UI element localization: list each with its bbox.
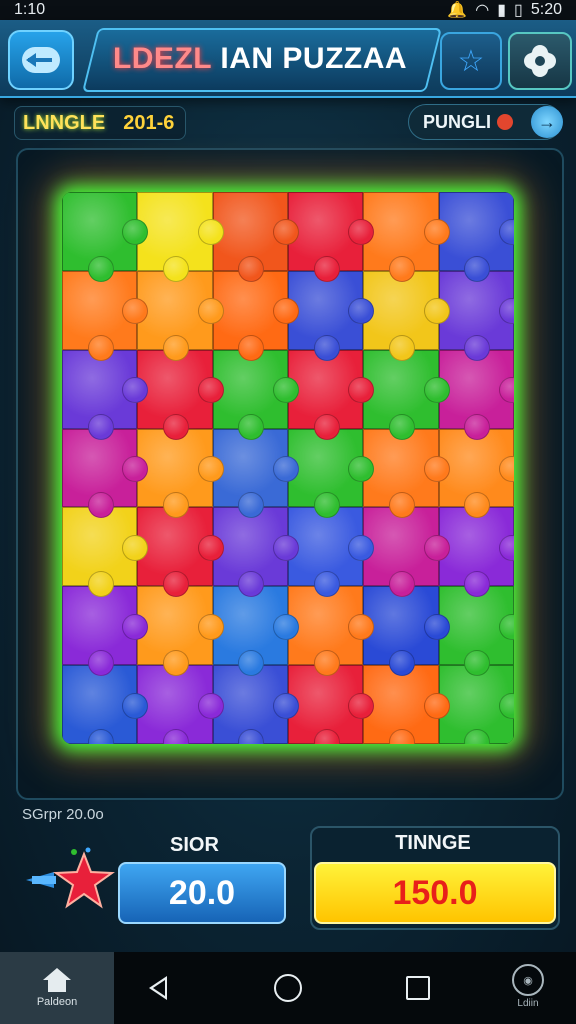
puzzle-piece[interactable] (363, 586, 451, 676)
status-clock: 5:20 (530, 1, 562, 18)
puzzle-piece[interactable] (288, 428, 375, 519)
puzzle-board[interactable] (62, 192, 514, 744)
puzzle-piece[interactable] (363, 270, 451, 361)
puzzle-piece[interactable] (62, 507, 149, 598)
home-tab-label: Paldeon (36, 996, 78, 1008)
favorite-button[interactable]: ☆ (440, 32, 502, 90)
triangle-back-icon (149, 976, 167, 1000)
home-icon (43, 968, 71, 992)
puzzle-piece[interactable] (288, 349, 375, 440)
star-icon: ☆ (457, 44, 485, 78)
puzzle-piece[interactable] (212, 349, 300, 440)
puzzle-piece[interactable] (212, 507, 300, 598)
puzzle-piece[interactable] (363, 349, 451, 440)
page-title-part1: LDEZL (112, 42, 212, 75)
page-title: LDEZL IAN PUZZAA (90, 42, 430, 76)
puzzle-piece[interactable] (438, 428, 514, 519)
puzzle-piece[interactable] (62, 586, 149, 676)
puzzle-piece[interactable] (137, 428, 225, 519)
score-value: 20.0 (168, 873, 236, 912)
battery-icon: ▯ (514, 2, 523, 19)
puzzle-piece[interactable] (438, 270, 514, 361)
profile-tab-label: Ldiin (517, 998, 539, 1009)
star-rocket-icon (26, 847, 115, 909)
puzzle-piece[interactable] (137, 665, 225, 744)
header-bar: LDEZL IAN PUZZAA ☆ (0, 20, 576, 98)
puzzle-piece[interactable] (363, 507, 451, 598)
status-time: 1:10 (14, 1, 46, 18)
puzzle-piece[interactable] (438, 586, 514, 676)
hint-label: PUNGLI (423, 111, 492, 132)
score-title: SIOR (170, 834, 219, 856)
settings-button[interactable] (508, 32, 572, 90)
back-arrow-icon (22, 47, 60, 73)
level-label: LNNGLE (23, 111, 106, 134)
time-value-panel: 150.0 (314, 862, 556, 924)
status-bar: 1:10 🔔 ◠ ▮ ▯ 5:20 (0, 0, 576, 20)
system-recents-button[interactable] (400, 970, 436, 1006)
puzzle-piece[interactable] (62, 192, 149, 282)
puzzle-piece[interactable] (137, 270, 225, 361)
puzzle-piece[interactable] (137, 192, 225, 282)
profile-tab[interactable]: ◉ Ldiin (496, 964, 560, 1020)
puzzle-piece[interactable] (62, 270, 149, 361)
puzzle-piece[interactable] (288, 192, 375, 282)
gear-icon (528, 49, 552, 73)
puzzle-piece[interactable] (212, 665, 300, 744)
puzzle-piece[interactable] (363, 665, 451, 744)
puzzle-piece[interactable] (438, 665, 514, 744)
puzzle-piece[interactable] (137, 349, 225, 440)
puzzle-piece[interactable] (212, 586, 300, 676)
puzzle-piece[interactable] (363, 428, 451, 519)
puzzle-piece[interactable] (137, 586, 225, 676)
time-title: TINNGE (395, 832, 471, 854)
square-recents-icon (406, 976, 430, 1000)
puzzle-piece[interactable] (438, 192, 514, 282)
status-icons: 🔔 ◠ ▮ ▯ 5:20 (447, 0, 562, 20)
back-button[interactable] (8, 30, 74, 90)
hint-button[interactable]: PUNGLI → (408, 104, 563, 140)
puzzle-piece[interactable] (288, 507, 375, 598)
puzzle-piece[interactable] (363, 192, 451, 282)
puzzle-piece[interactable] (288, 665, 375, 744)
level-badge: LNNGLE 201-6 (14, 106, 186, 140)
hint-dot-icon (497, 114, 514, 130)
signal-icon: ▮ (497, 2, 507, 19)
puzzle-piece[interactable] (288, 270, 375, 361)
score-sub-label: SGrpr 20.0o (22, 806, 104, 823)
puzzle-piece[interactable] (212, 270, 300, 361)
notification-icon: 🔔 (447, 2, 468, 19)
profile-icon: ◉ (512, 964, 544, 996)
puzzle-piece[interactable] (438, 507, 514, 598)
system-home-button[interactable] (270, 970, 306, 1006)
arrow-right-icon[interactable]: → (531, 106, 563, 138)
puzzle-piece[interactable] (62, 665, 149, 744)
puzzle-piece[interactable] (288, 586, 375, 676)
level-value: 201-6 (123, 111, 175, 134)
system-back-button[interactable] (140, 970, 176, 1006)
home-tab[interactable]: Paldeon (0, 952, 114, 1024)
puzzle-piece[interactable] (137, 507, 225, 598)
wifi-icon: ◠ (475, 2, 490, 19)
score-value-panel: 20.0 (118, 862, 286, 924)
circle-home-icon (274, 974, 302, 1002)
puzzle-piece[interactable] (62, 428, 149, 519)
puzzle-piece[interactable] (212, 192, 300, 282)
puzzle-piece[interactable] (62, 349, 149, 440)
puzzle-piece[interactable] (212, 428, 300, 519)
page-title-part2: IAN PUZZAA (220, 42, 408, 75)
puzzle-piece[interactable] (438, 349, 514, 440)
nav-bar: Paldeon ◉ Ldiin (0, 952, 576, 1024)
time-value: 150.0 (392, 873, 478, 912)
